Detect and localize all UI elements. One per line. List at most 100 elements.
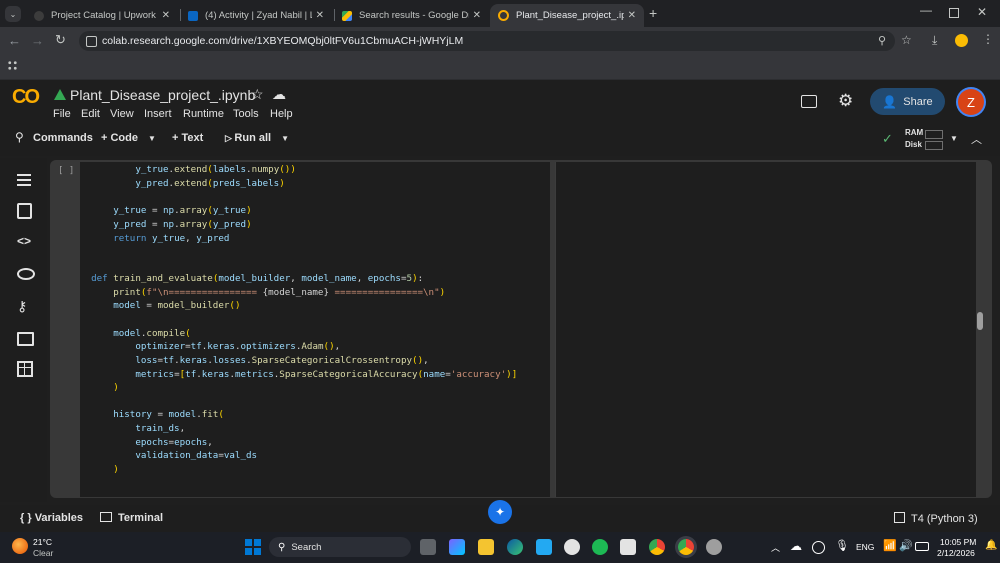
add-text-button[interactable]: + Text: [172, 132, 203, 144]
menu-view[interactable]: View: [110, 108, 134, 120]
avatar[interactable]: Z: [958, 89, 984, 115]
code-editor-overflow[interactable]: [555, 162, 976, 497]
close-icon[interactable]: ✕: [316, 10, 324, 21]
window-minimize-button[interactable]: —: [920, 3, 932, 17]
zoom-icon[interactable]: ⚲: [878, 34, 886, 47]
tray-chevron-up-icon[interactable]: ︿: [771, 541, 780, 554]
menu-file[interactable]: File: [53, 108, 71, 120]
table-of-contents-icon[interactable]: [17, 172, 33, 188]
close-icon[interactable]: ✕: [628, 10, 636, 21]
store-icon[interactable]: [620, 539, 636, 555]
google-drive-icon: [342, 10, 352, 21]
menu-insert[interactable]: Insert: [144, 108, 172, 120]
browser-tab-colab[interactable]: Plant_Disease_project_.ipynb - Colab ✕: [490, 4, 644, 27]
disk-meter[interactable]: [925, 141, 943, 150]
chatgpt-icon[interactable]: [564, 539, 580, 555]
settings-gear-icon[interactable]: ⚙: [838, 91, 853, 111]
cell-run-indicator[interactable]: [ ]: [58, 166, 74, 176]
browser-tab-upwork[interactable]: Project Catalog | Upwork ✕: [26, 4, 178, 27]
browser-tab-google-drive[interactable]: Search results - Google Drive ✕: [334, 4, 489, 27]
forward-button[interactable]: →: [31, 33, 44, 48]
file-explorer-icon[interactable]: [478, 539, 494, 555]
microphone-icon[interactable]: 🎙: [835, 539, 849, 552]
clock-time[interactable]: 10:05 PM: [940, 537, 976, 547]
taskbar-search-label: Search: [291, 541, 322, 553]
files-folder-icon[interactable]: [17, 330, 34, 346]
ram-label: RAM: [905, 128, 924, 137]
terminal-label: Terminal: [118, 512, 164, 524]
chrome-profile-icon[interactable]: [706, 539, 722, 555]
window-maximize-button[interactable]: [949, 8, 959, 18]
terminal-icon: [100, 512, 112, 522]
share-button[interactable]: 👤 Share: [870, 88, 945, 115]
window-close-button[interactable]: ✕: [977, 5, 987, 19]
menu-edit[interactable]: Edit: [81, 108, 100, 120]
gemini-button[interactable]: ✦: [488, 500, 512, 524]
commands-button[interactable]: Commands: [33, 132, 93, 144]
apps-grid-icon[interactable]: [7, 60, 18, 71]
share-label: Share: [903, 95, 933, 108]
menu-runtime[interactable]: Runtime: [183, 108, 224, 120]
bookmark-star-icon[interactable]: ☆: [901, 33, 912, 47]
comment-icon[interactable]: [801, 95, 817, 108]
windows-start-icon[interactable]: [245, 539, 261, 555]
back-button[interactable]: ←: [8, 33, 21, 48]
battery-icon[interactable]: [915, 542, 929, 551]
download-icon[interactable]: ⤓: [932, 33, 937, 48]
site-info-icon[interactable]: [86, 36, 97, 47]
reload-button[interactable]: ↻: [55, 32, 66, 48]
collapse-chevron-up-icon[interactable]: ︿: [971, 131, 982, 147]
find-replace-icon[interactable]: [17, 203, 33, 219]
secrets-eye-icon[interactable]: [17, 266, 35, 282]
code-line: y_pred = np.array(y_pred): [113, 219, 252, 230]
volume-icon[interactable]: 🔊: [899, 539, 913, 552]
chrome-icon[interactable]: [649, 539, 665, 555]
new-tab-button[interactable]: +: [649, 5, 657, 21]
menu-help[interactable]: Help: [270, 108, 293, 120]
data-table-icon[interactable]: [17, 361, 33, 377]
close-icon[interactable]: ✕: [162, 10, 170, 21]
notebook-scrollbar[interactable]: [977, 312, 983, 330]
ram-meter[interactable]: [925, 130, 943, 139]
edge-icon[interactable]: [507, 539, 523, 555]
key-icon[interactable]: ⚷: [17, 298, 33, 314]
star-icon[interactable]: ☆: [251, 86, 264, 103]
close-icon[interactable]: ✕: [473, 10, 481, 21]
arrow-right-icon: →: [31, 33, 44, 48]
runtime-status[interactable]: T4 (Python 3): [894, 512, 978, 525]
more-menu-icon[interactable]: ⋮: [982, 32, 994, 46]
task-view-icon[interactable]: [420, 539, 436, 555]
colab-logo[interactable]: CO: [12, 86, 40, 109]
code-line: train_ds,: [135, 423, 186, 434]
chevron-down-icon: ▼: [281, 134, 290, 143]
terminal-button[interactable]: Terminal: [100, 512, 163, 524]
chrome-active-icon[interactable]: [678, 539, 694, 555]
language-indicator[interactable]: ENG: [856, 542, 874, 552]
onedrive-cloud-icon[interactable]: ☁: [790, 539, 802, 553]
spotify-icon[interactable]: [592, 539, 608, 555]
add-code-button[interactable]: + Code ▼: [101, 132, 156, 144]
run-all-button[interactable]: ▷ Run all ▼: [225, 132, 289, 144]
person-add-icon: 👤: [882, 94, 898, 109]
taskbar-search-box[interactable]: ⚲ Search: [269, 537, 411, 557]
profile-icon[interactable]: [955, 34, 968, 47]
menu-tools[interactable]: Tools: [233, 108, 259, 120]
copilot-icon[interactable]: [449, 539, 465, 555]
colab-icon: [498, 10, 509, 21]
wifi-icon[interactable]: 📶: [883, 539, 897, 552]
notification-bell-icon[interactable]: 🔔: [985, 540, 997, 551]
browser-tab-linkedin[interactable]: (4) Activity | Zyad Nabil | LinkedIn ✕: [180, 4, 332, 27]
code-snippets-icon[interactable]: <>: [17, 234, 33, 250]
clock-date[interactable]: 2/12/2026: [937, 548, 975, 558]
code-line: y_pred.extend(preds_labels): [135, 178, 285, 189]
tray-app-icon[interactable]: [812, 541, 825, 554]
url-text[interactable]: colab.research.google.com/drive/1XBYEOMQ…: [102, 35, 463, 47]
vscode-icon[interactable]: [536, 539, 552, 555]
weather-icon[interactable]: [12, 538, 28, 554]
code-line: model.compile(: [113, 328, 191, 339]
cloud-icon[interactable]: ☁: [272, 86, 286, 103]
notebook-title[interactable]: Plant_Disease_project_.ipynb: [70, 87, 255, 103]
resources-dropdown-icon[interactable]: ▼: [950, 134, 958, 143]
variables-button[interactable]: { } Variables: [20, 512, 83, 524]
tab-search-menu-button[interactable]: ⌄: [5, 6, 21, 22]
